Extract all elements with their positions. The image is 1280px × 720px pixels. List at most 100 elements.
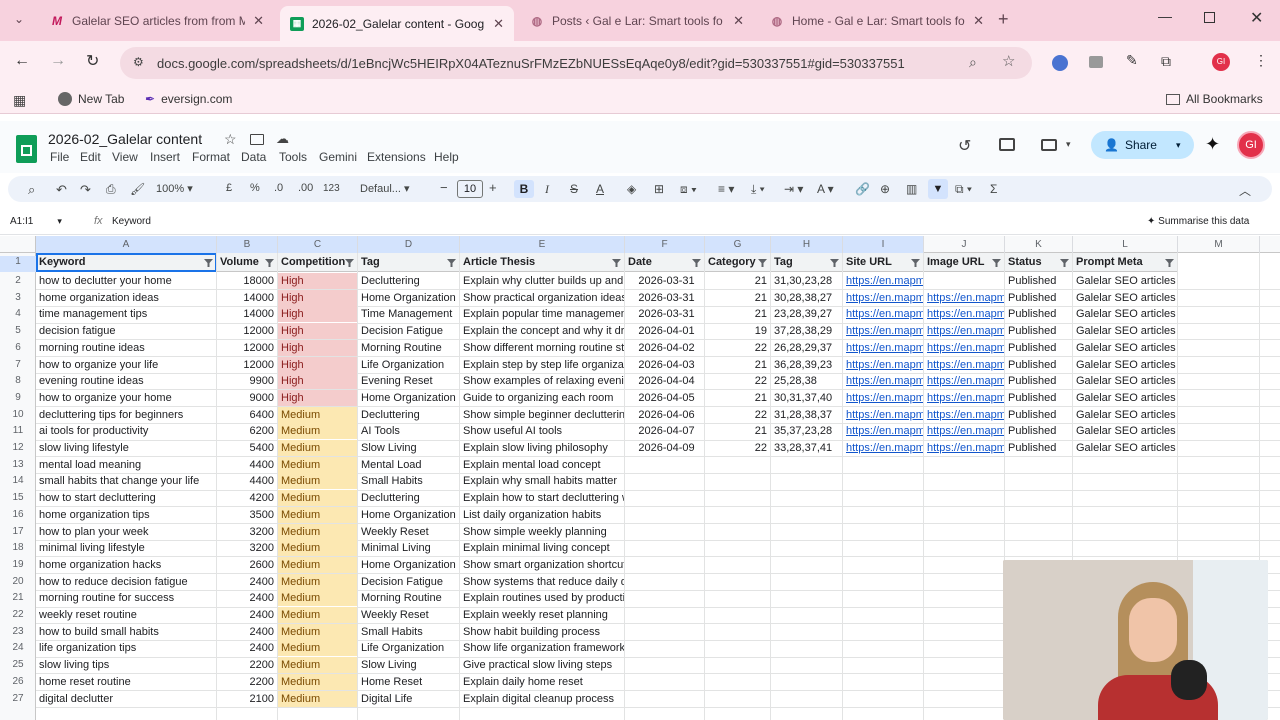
cell-thesis[interactable]: Show smart organization shortcuts [460,557,625,573]
cell-tag2[interactable]: 30,28,38,27 [771,290,843,306]
cell-status[interactable]: Published [1005,357,1073,373]
cell-kw[interactable]: decluttering tips for beginners [36,407,217,423]
cell-date[interactable] [625,574,705,590]
cell-site[interactable] [843,574,924,590]
menu-help[interactable]: Help [434,150,459,164]
cell-thesis[interactable]: Explain mental load concept [460,457,625,473]
cell-cat[interactable] [705,640,771,656]
cell-comp[interactable]: Medium [278,623,358,640]
text-color-button[interactable]: A [596,182,604,196]
cell-vol[interactable]: 4400 [217,457,278,473]
reload-button[interactable]: ↻ [86,51,99,71]
cell-kw[interactable]: how to organize your home [36,390,217,406]
cell-vol[interactable]: 3200 [217,540,278,556]
currency-format-button[interactable]: £ [226,182,232,194]
cell-tag[interactable]: Morning Routine [358,590,460,606]
column-header-c[interactable]: C [278,236,358,253]
cell-comp[interactable]: Medium [278,540,358,557]
cell-meta[interactable]: Galelar SEO articles f [1073,290,1178,306]
cell-date[interactable] [625,524,705,540]
column-header-l[interactable]: L [1073,236,1178,253]
cell-site[interactable] [843,507,924,523]
browser-tab[interactable]: ◍ Posts ‹ Gal e Lar: Smart tools fo ✕ [520,6,754,35]
cell-tag[interactable]: Evening Reset [358,373,460,389]
cell-cat[interactable]: 21 [705,390,771,406]
cell-status[interactable]: Published [1005,340,1073,356]
cell-kw[interactable]: home organization ideas [36,290,217,306]
cell-img[interactable]: https://en.mapm [924,440,1005,456]
borders-icon[interactable]: ⊞ [654,182,664,196]
redo-icon[interactable]: ↷ [80,182,91,198]
cell-img[interactable] [924,473,1005,489]
cell-vol[interactable]: 2400 [217,640,278,656]
cell-tag2[interactable] [771,457,843,473]
cell-img[interactable] [924,590,1005,606]
cell-img[interactable] [924,540,1005,556]
cell-tag[interactable]: Time Management [358,306,460,322]
cell-kw[interactable]: time management tips [36,306,217,322]
cell-date[interactable] [625,507,705,523]
cell-meta[interactable] [1073,490,1178,506]
cell-date[interactable]: 2026-03-31 [625,273,705,289]
cell-site[interactable]: https://en.mapm [843,340,924,356]
cell-date[interactable]: 2026-04-09 [625,440,705,456]
cell-status[interactable]: Published [1005,390,1073,406]
cell-comp[interactable]: Medium [278,607,358,623]
cell-vol[interactable]: 5400 [217,440,278,456]
cell-vol[interactable]: 3500 [217,507,278,523]
cell-img[interactable] [924,624,1005,640]
cell-img[interactable]: https://en.mapm [924,290,1005,306]
cell-img[interactable]: https://en.mapm [924,323,1005,339]
camera-extension-icon[interactable] [1089,56,1103,68]
column-header-d[interactable]: D [358,236,460,253]
cell-tag[interactable]: Mental Load [358,457,460,473]
cell-thesis[interactable]: Explain digital cleanup process [460,691,625,707]
cell-date[interactable]: 2026-04-03 [625,357,705,373]
cell-comp[interactable]: Medium [278,406,358,423]
cell-tag[interactable]: Weekly Reset [358,607,460,623]
cell-tag[interactable]: Weekly Reset [358,524,460,540]
cell-date[interactable]: 2026-04-01 [625,323,705,339]
cell-meta[interactable]: Galelar SEO articles f [1073,340,1178,356]
row-header[interactable]: 27 [0,693,36,704]
decrease-decimal-button[interactable]: .0 [274,182,283,194]
new-tab-button[interactable]: + [998,9,1009,30]
cell-img[interactable] [924,490,1005,506]
undo-icon[interactable]: ↶ [56,182,67,198]
pen-extension-icon[interactable]: ✎ [1126,52,1138,69]
cell-cat[interactable] [705,590,771,606]
cell-kw[interactable]: digital declutter [36,691,217,707]
cell-date[interactable]: 2026-04-07 [625,423,705,439]
cell-kw[interactable]: slow living lifestyle [36,440,217,456]
cell-kw[interactable]: morning routine for success [36,590,217,606]
cell-comp[interactable]: High [278,356,358,373]
cell-thesis[interactable]: Guide to organizing each room [460,390,625,406]
cell-vol[interactable]: 12000 [217,357,278,373]
cell-tag[interactable]: Decluttering [358,407,460,423]
italic-button[interactable]: I [545,182,549,197]
header-cell[interactable]: Competition [278,254,346,271]
apps-grid-icon[interactable]: ▦ [13,92,26,109]
cell-kw[interactable]: ai tools for productivity [36,423,217,439]
filter-icon[interactable] [830,258,839,267]
cell-comp[interactable]: Medium [278,590,358,607]
filter-icon[interactable] [447,258,456,267]
tab-close-icon[interactable]: ✕ [253,13,264,29]
bookmark-eversign[interactable]: ✒ eversign.com [145,92,232,106]
cell-cat[interactable]: 21 [705,290,771,306]
row-header[interactable]: 26 [0,676,36,687]
row-header[interactable]: 16 [0,509,36,520]
cell-tag2[interactable] [771,524,843,540]
cell-site[interactable] [843,607,924,623]
cell-status[interactable] [1005,457,1073,473]
cell-tag[interactable]: Slow Living [358,440,460,456]
cell-date[interactable]: 2026-04-02 [625,340,705,356]
cell-site[interactable]: https://en.mapm [843,306,924,322]
tab-search-button[interactable]: ⌄ [10,12,28,30]
cell-tag2[interactable]: 25,28,38 [771,373,843,389]
doc-title[interactable]: 2026-02_Galelar content [48,131,202,147]
cell-tag[interactable]: Decision Fatigue [358,323,460,339]
cell-thesis[interactable]: Explain minimal living concept [460,540,625,556]
row-header[interactable]: 12 [0,442,36,453]
cell-tag2[interactable]: 31,28,38,37 [771,407,843,423]
